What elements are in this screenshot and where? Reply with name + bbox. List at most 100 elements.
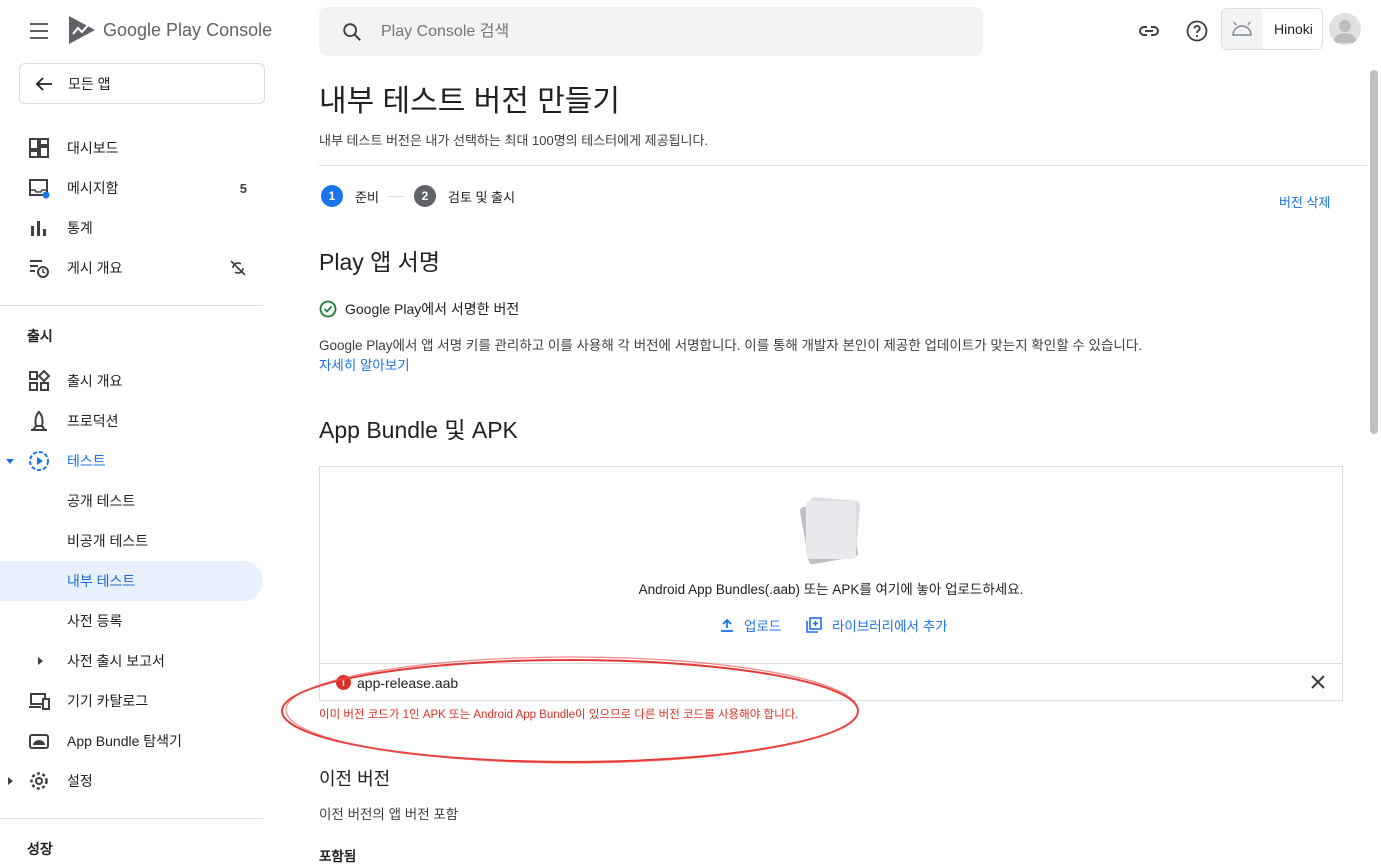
logo-name: Google Play (103, 19, 202, 40)
drop-instruction: Android App Bundles(.aab) 또는 APK를 여기에 놓아… (638, 582, 1024, 597)
production-icon (31, 410, 47, 431)
device-catalog-icon (29, 693, 50, 710)
upload-icon (721, 618, 733, 632)
sidebar-item-settings[interactable]: 설정 (0, 761, 263, 801)
page-title: 내부 테스트 버전 만들기 (319, 85, 621, 118)
sidebar-item-testing[interactable]: 테스트 (0, 441, 263, 481)
bundles-heading: App Bundle 및 APK (319, 417, 518, 443)
avatar[interactable] (1329, 13, 1361, 45)
android-icon (1232, 22, 1252, 36)
included-label: 포함됨 (319, 849, 357, 864)
logo-sub: Console (206, 19, 273, 40)
step-prepare[interactable]: 1 준비 (321, 185, 379, 207)
sidebar-item-label: 사전 출시 보고서 (67, 653, 165, 669)
step-number: 1 (321, 185, 343, 207)
upload-dropzone[interactable]: Android App Bundles(.aab) 또는 APK를 여기에 놓아… (319, 466, 1343, 701)
error-message: 이미 버전 코드가 1인 APK 또는 Android App Bundle이 … (319, 709, 799, 721)
release-overview-icon (29, 370, 50, 391)
sidebar-item-closed-testing[interactable]: 비공개 테스트 (0, 521, 263, 561)
page-description: 내부 테스트 버전은 내가 선택하는 최대 100명의 테스터에게 제공됩니다. (319, 133, 709, 148)
file-stack-icon (800, 497, 861, 565)
previous-releases-heading: 이전 버전 (319, 769, 391, 789)
delete-release-button[interactable]: 버전 삭제 (1279, 192, 1330, 211)
android-icon (29, 734, 49, 749)
help-icon[interactable] (1185, 19, 1209, 43)
all-apps-button[interactable]: 모든 앱 (19, 63, 265, 104)
sidebar-item-inbox[interactable]: 메시지함 5 (0, 168, 263, 208)
signing-heading: Play 앱 서명 (319, 249, 441, 275)
step-connector (388, 196, 404, 197)
section-growth-title: 성장 (27, 841, 53, 857)
account-name: Hinoki (1274, 21, 1313, 37)
expand-caret-icon (6, 459, 14, 464)
sidebar-item-label: 비공개 테스트 (67, 533, 149, 549)
error-icon: ! (336, 675, 351, 690)
sidebar-item-label: 대시보드 (67, 140, 119, 156)
step-label: 검토 및 출시 (448, 189, 516, 205)
upload-button[interactable]: 업로드 (720, 615, 781, 635)
sidebar-item-app-bundle-explorer[interactable]: App Bundle 탐색기 (0, 721, 263, 761)
expand-caret-icon[interactable] (35, 656, 45, 666)
add-from-library-button[interactable]: 라이브러리에서 추가 (806, 615, 948, 635)
step-number: 2 (414, 185, 436, 207)
menu-icon[interactable] (22, 18, 56, 44)
sidebar-item-internal-testing[interactable]: 내부 테스트 (0, 561, 263, 601)
sidebar-item-label: 메시지함 (67, 180, 119, 196)
signing-body: Google Play에서 앱 서명 키를 관리하고 이를 사용해 각 버전에 … (319, 338, 1142, 353)
sidebar-item-label: 출시 개요 (67, 373, 123, 389)
upload-label: 업로드 (744, 619, 782, 634)
sidebar-item-label: App Bundle 탐색기 (67, 733, 182, 749)
scrollbar[interactable] (1370, 70, 1378, 434)
uploaded-file-row: ! app-release.aab (320, 663, 1342, 701)
signing-status: Google Play에서 서명한 버전 (319, 299, 519, 319)
section-release-title: 출시 (27, 328, 53, 344)
check-circle-icon (319, 300, 337, 318)
sidebar-divider (0, 305, 263, 306)
add-from-library-label: 라이브러리에서 추가 (832, 619, 948, 634)
play-console-logo-icon (69, 16, 95, 44)
dashboard-icon (29, 138, 49, 158)
sidebar-item-device-catalog[interactable]: 기기 카탈로그 (0, 681, 263, 721)
signing-status-label: Google Play에서 서명한 버전 (345, 301, 520, 317)
file-name: app-release.aab (357, 674, 459, 691)
sidebar-item-label: 내부 테스트 (67, 573, 136, 589)
sidebar-item-release-overview[interactable]: 출시 개요 (0, 361, 263, 401)
sidebar-item-open-testing[interactable]: 공개 테스트 (0, 481, 263, 521)
step-review-release[interactable]: 2 검토 및 출시 (414, 185, 515, 207)
library-add-icon (806, 617, 822, 633)
sidebar-divider (0, 818, 263, 819)
learn-more-link[interactable]: 자세히 알아보기 (319, 354, 410, 374)
publishing-icon (30, 260, 49, 278)
sidebar-item-publishing-overview[interactable]: 게시 개요 (0, 248, 263, 288)
sidebar-item-label: 프로덕션 (67, 413, 119, 429)
search-icon (343, 22, 361, 41)
play-console-logo[interactable]: Google Play Console (67, 14, 272, 46)
search-bar[interactable] (319, 7, 983, 56)
close-icon[interactable] (1310, 674, 1326, 690)
all-apps-label: 모든 앱 (68, 75, 111, 92)
previous-releases-body: 이전 버전의 앱 버전 포함 (319, 807, 459, 822)
sidebar-item-label: 공개 테스트 (67, 493, 136, 509)
sidebar-item-label: 기기 카탈로그 (67, 693, 149, 709)
sidebar-item-label: 게시 개요 (67, 260, 123, 276)
sync-off-icon (230, 260, 246, 276)
inbox-count-badge: 5 (239, 180, 247, 196)
bar-chart-icon (31, 221, 46, 236)
expand-caret-icon[interactable] (5, 776, 15, 786)
header-divider (319, 165, 1367, 166)
inbox-icon (29, 179, 50, 199)
sidebar-item-production[interactable]: 프로덕션 (0, 401, 263, 441)
sidebar-item-statistics[interactable]: 통계 (0, 208, 263, 248)
sidebar-item-dashboard[interactable]: 대시보드 (0, 128, 263, 168)
person-icon (1333, 20, 1357, 43)
testing-icon (29, 451, 49, 471)
sidebar-item-label: 통계 (67, 220, 93, 236)
search-input[interactable] (381, 22, 941, 41)
sidebar-item-pre-launch-report[interactable]: 사전 출시 보고서 (0, 641, 263, 681)
sidebar-item-label: 테스트 (67, 453, 106, 469)
account-switcher[interactable]: Hinoki (1221, 8, 1323, 50)
gear-icon (30, 772, 48, 790)
sidebar-item-pre-registration[interactable]: 사전 등록 (0, 601, 263, 641)
sidebar-item-label: 사전 등록 (67, 613, 123, 629)
link-icon[interactable] (1137, 19, 1161, 43)
